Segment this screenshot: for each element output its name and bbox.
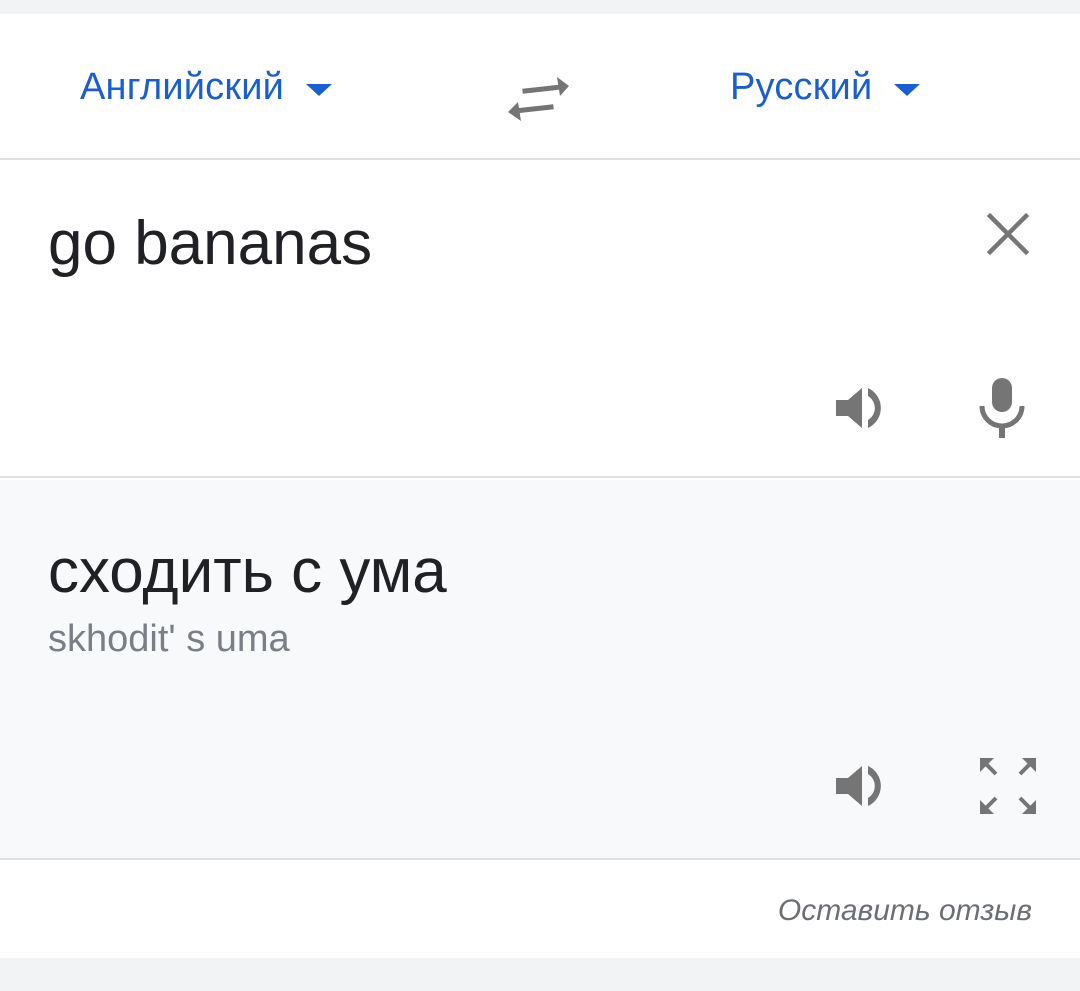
listen-source-button[interactable] [830, 376, 894, 440]
source-panel: go bananas [0, 160, 1080, 476]
divider [0, 476, 1080, 478]
swap-arrows-icon [508, 77, 569, 121]
transliteration-text: skhodit' s uma [48, 618, 290, 660]
caret-down-icon [306, 84, 333, 96]
source-language-selector[interactable]: Английский [80, 62, 333, 112]
feedback-link[interactable]: Оставить отзыв [778, 894, 1032, 928]
close-icon [986, 212, 1030, 256]
speaker-icon [836, 388, 881, 428]
target-language-selector[interactable]: Русский [730, 62, 921, 112]
caret-down-icon [894, 84, 921, 96]
swap-languages-button[interactable] [505, 69, 575, 129]
clear-button[interactable] [976, 202, 1040, 266]
source-text[interactable]: go bananas [48, 208, 372, 279]
translation-panel: сходить с ума skhodit' s uma [0, 480, 1080, 858]
language-bar: Английский Русский [0, 14, 1080, 158]
translate-card: Английский Русский go bananas сходить с … [0, 14, 1080, 958]
microphone-icon [979, 378, 1025, 438]
divider [0, 858, 1080, 860]
listen-translation-button[interactable] [830, 754, 894, 818]
microphone-button[interactable] [970, 376, 1034, 440]
fullscreen-icon [980, 758, 1036, 814]
source-language-label: Английский [80, 65, 285, 108]
target-language-label: Русский [730, 65, 873, 108]
fullscreen-button[interactable] [976, 754, 1040, 818]
speaker-icon [836, 766, 881, 806]
translation-text: сходить с ума [48, 537, 447, 606]
